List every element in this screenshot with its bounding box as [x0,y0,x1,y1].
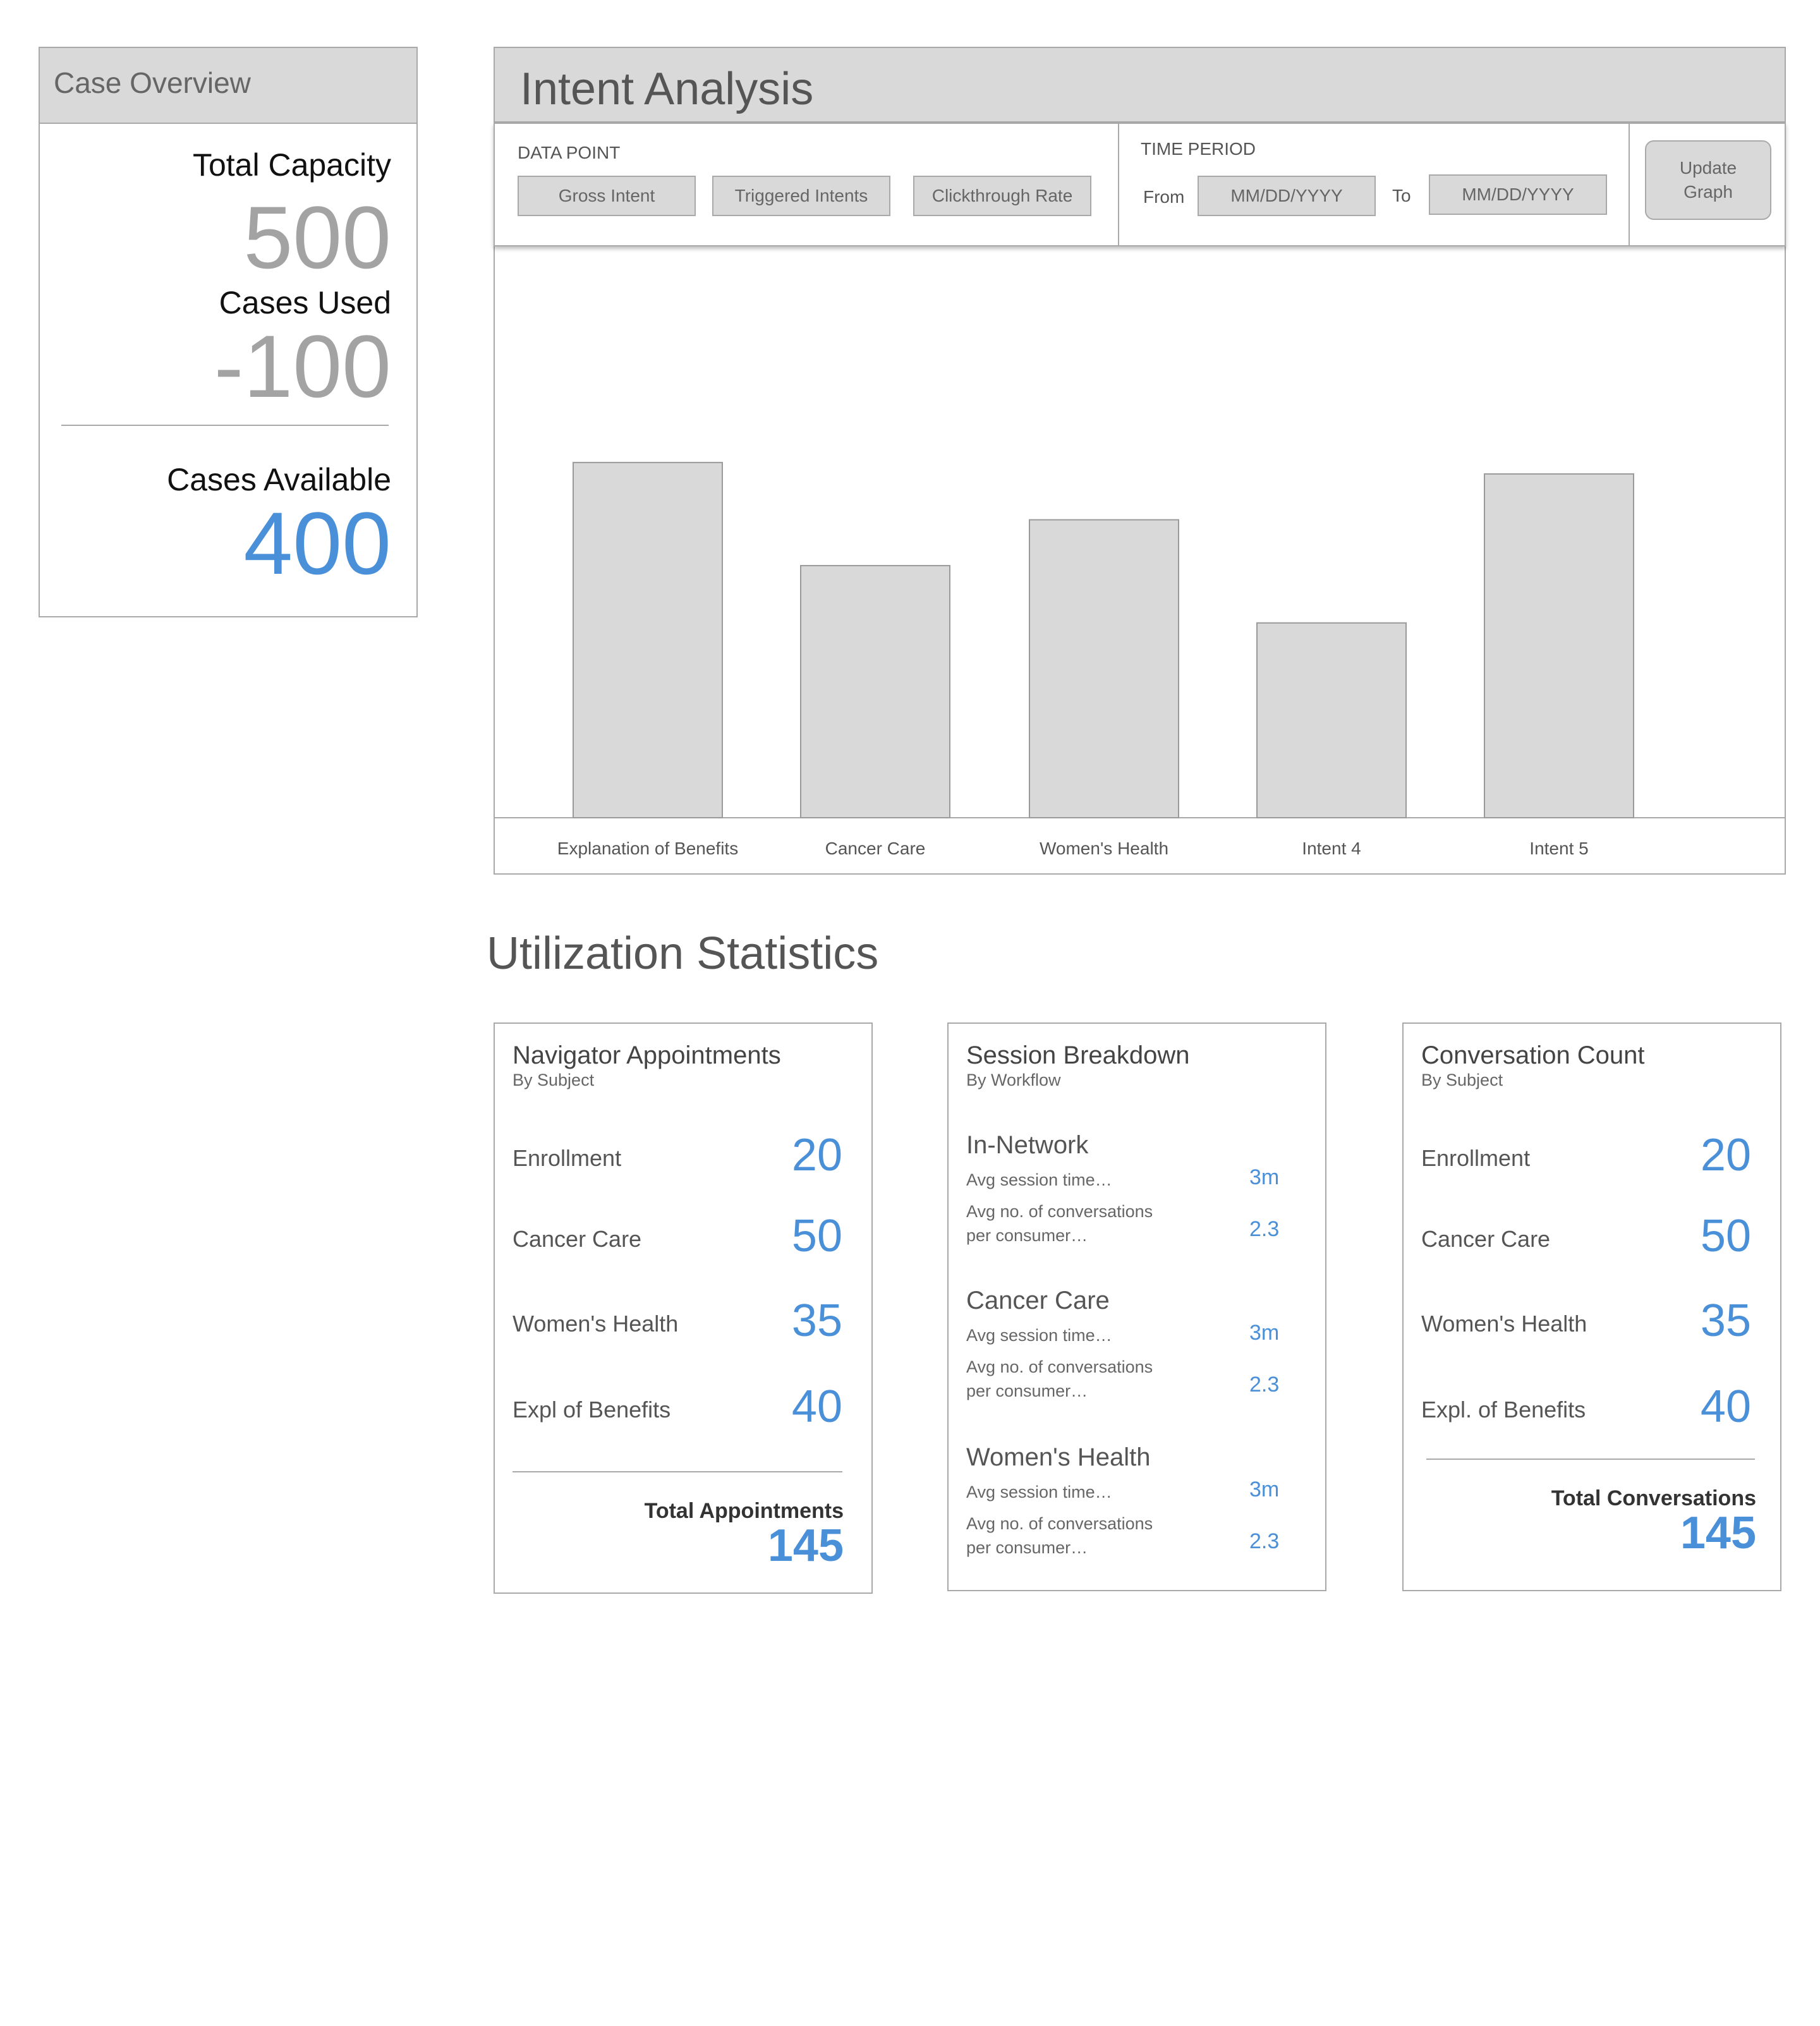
card-subtitle: By Workflow [966,1071,1061,1089]
card-divider [513,1471,842,1472]
x-tick-label-1: Cancer Care [825,839,926,858]
to-date-input[interactable]: MM/DD/YYYY [1429,174,1607,215]
data-point-label: DATA POINT [518,143,621,162]
avg-conversations-value: 2.3 [1249,1217,1280,1241]
card-divider [1426,1459,1755,1460]
stat-value: 40 [791,1381,842,1432]
update-graph-button[interactable]: Update Graph [1645,140,1771,220]
controls-divider [1118,124,1119,245]
graph-controls: DATA POINT Gross Intent Triggered Intent… [494,123,1786,246]
clickthrough-rate-button[interactable]: Clickthrough Rate [913,176,1091,216]
session-breakdown-card: Session Breakdown By Workflow In-Network… [947,1022,1326,1591]
from-date-input[interactable]: MM/DD/YYYY [1198,176,1376,216]
avg-conversations-value: 2.3 [1249,1373,1280,1397]
card-subtitle: By Subject [1421,1071,1503,1089]
x-tick-label-0: Explanation of Benefits [557,839,738,858]
avg-conversations-label: Avg no. of conversations [966,1357,1153,1376]
utilization-statistics-title: Utilization Statistics [487,928,879,979]
avg-conversations-label: per consumer… [966,1226,1088,1245]
avg-session-value: 3m [1249,1165,1280,1189]
workflow-title: Women's Health [966,1443,1151,1471]
stat-value: 35 [791,1295,842,1346]
bar-0 [573,461,723,818]
avg-conversations-value: 2.3 [1249,1529,1280,1553]
stat-value: 50 [791,1211,842,1261]
avg-conversations-label: per consumer… [966,1538,1088,1557]
stat-value: 20 [1700,1130,1751,1180]
triggered-intents-button[interactable]: Triggered Intents [712,176,890,216]
avg-session-label: Avg session time… [966,1326,1112,1345]
intent-analysis-panel: Explanation of Benefits Cancer Care Women'… [494,47,1786,875]
gross-intent-button[interactable]: Gross Intent [518,176,696,216]
case-overview-header: Case Overview [40,48,416,124]
total-capacity-label: Total Capacity [192,147,391,183]
card-title: Conversation Count [1421,1041,1645,1069]
stat-label: Expl. of Benefits [1421,1397,1586,1422]
total-appointments-value: 145 [767,1520,844,1571]
stat-value: 20 [791,1130,842,1180]
card-title: Navigator Appointments [513,1041,781,1069]
stat-label: Women's Health [1421,1311,1587,1337]
navigator-appointments-card: Navigator Appointments By Subject Enroll… [494,1022,873,1594]
stat-label: Enrollment [513,1145,622,1171]
bar-2 [1029,519,1179,818]
x-tick-label-2: Women's Health [1040,839,1168,858]
card-subtitle: By Subject [513,1071,595,1089]
stat-value: 50 [1700,1211,1751,1261]
workflow-title: Cancer Care [966,1287,1110,1314]
stat-value: 35 [1700,1295,1751,1346]
avg-conversations-label: per consumer… [966,1381,1088,1400]
stat-label: Expl of Benefits [513,1397,671,1422]
bar-3 [1256,622,1407,818]
stat-label: Cancer Care [513,1226,642,1252]
cases-used-label: Cases Used [219,285,391,320]
stat-value: 40 [1700,1381,1751,1432]
cases-available-label: Cases Available [167,462,391,497]
card-title: Session Breakdown [966,1041,1190,1069]
time-period-label: TIME PERIOD [1141,139,1256,159]
avg-session-label: Avg session time… [966,1483,1112,1501]
total-conversations-value: 145 [1680,1508,1756,1558]
avg-conversations-label: Avg no. of conversations [966,1202,1153,1221]
avg-session-value: 3m [1249,1321,1280,1345]
x-tick-label-3: Intent 4 [1302,839,1361,858]
avg-conversations-label: Avg no. of conversations [966,1514,1153,1533]
bar-1 [800,565,950,818]
total-capacity-value: 500 [243,188,391,287]
x-tick-label-4: Intent 5 [1529,839,1588,858]
conversation-count-card: Conversation Count By Subject Enrollment… [1402,1022,1781,1591]
case-overview-title: Case Overview [54,66,251,99]
controls-divider [1629,124,1630,245]
stat-label: Cancer Care [1421,1226,1551,1252]
intent-analysis-title: Intent Analysis [520,64,814,114]
stat-label: Women's Health [513,1311,679,1337]
to-label: To [1392,186,1411,205]
workflow-title: In-Network [966,1131,1089,1159]
avg-session-label: Avg session time… [966,1170,1112,1189]
avg-session-value: 3m [1249,1477,1280,1501]
stat-label: Enrollment [1421,1145,1531,1171]
case-overview-divider [61,425,389,426]
case-overview-panel: Case Overview Total Capacity 500 Cases U… [39,47,418,617]
cases-used-value: -100 [214,317,391,416]
cases-available-value: 400 [243,494,391,593]
from-label: From [1143,187,1185,207]
intent-analysis-header: Intent Analysis [495,48,1785,123]
bar-4 [1484,473,1634,818]
